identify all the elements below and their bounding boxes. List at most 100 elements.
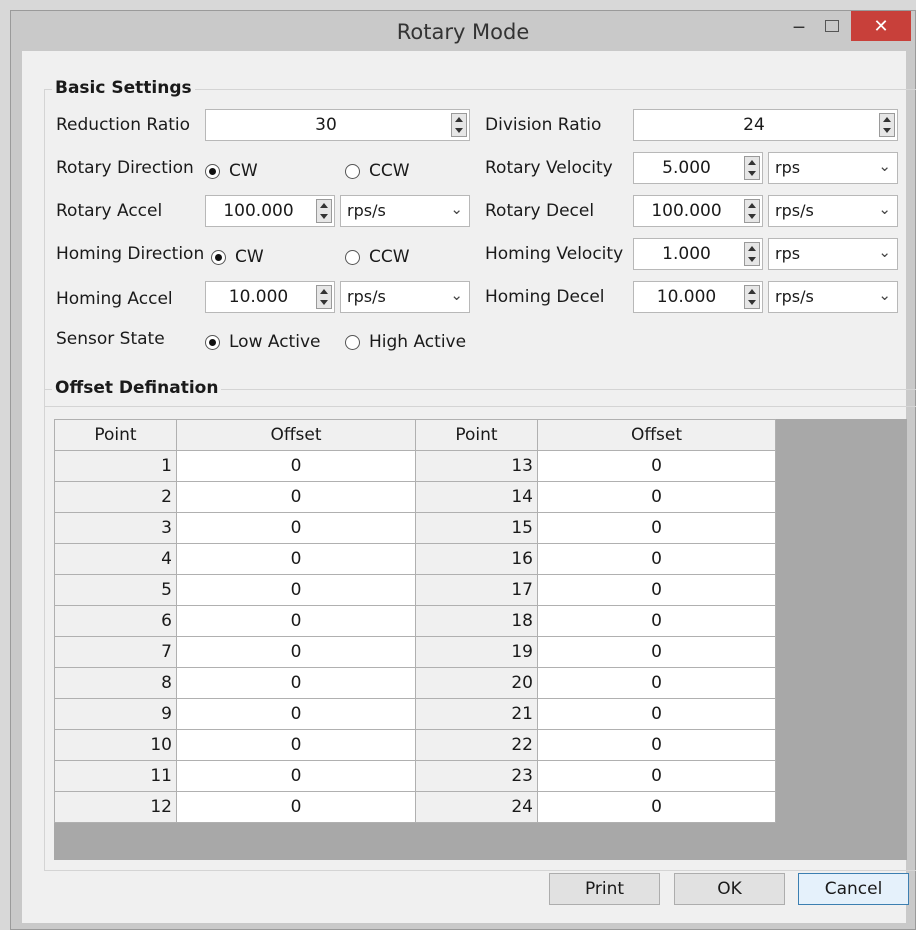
minimize-button[interactable]: ‒ (781, 11, 817, 41)
offset-cell[interactable]: 0 (537, 512, 776, 544)
spin-arrows-icon[interactable] (316, 285, 332, 309)
column-header[interactable]: Point (54, 419, 177, 451)
rotary-velocity-input[interactable]: 5.000 (633, 152, 763, 184)
offset-cell[interactable]: 0 (537, 698, 776, 730)
offset-cell[interactable]: 0 (176, 543, 416, 575)
point-cell[interactable]: 15 (415, 512, 538, 544)
point-cell[interactable]: 2 (54, 481, 177, 513)
reduction-ratio-label: Reduction Ratio (56, 115, 191, 135)
chevron-down-icon: ⌄ (450, 200, 463, 218)
rotary-velocity-label: Rotary Velocity (485, 158, 613, 178)
homing-velocity-input[interactable]: 1.000 (633, 238, 763, 270)
offset-cell[interactable]: 0 (537, 667, 776, 699)
offset-table: Point Offset Point Offset 1 0 13 0 2 0 14 0 3 0 15… (54, 419, 776, 823)
homing-direction-ccw-radio[interactable]: CCW (345, 247, 410, 267)
spin-arrows-icon[interactable] (316, 199, 332, 223)
spin-arrows-icon[interactable] (451, 113, 467, 137)
offset-cell[interactable]: 0 (176, 450, 416, 482)
spin-arrows-icon[interactable] (744, 285, 760, 309)
homing-accel-unit-select[interactable]: rps/s ⌄ (340, 281, 470, 313)
point-cell[interactable]: 19 (415, 636, 538, 668)
division-ratio-input[interactable]: 24 (633, 109, 898, 141)
close-button[interactable]: ✕ (851, 11, 911, 41)
offset-cell[interactable]: 0 (537, 574, 776, 606)
cancel-button[interactable]: Cancel (798, 873, 909, 905)
point-cell[interactable]: 16 (415, 543, 538, 575)
offset-cell[interactable]: 0 (176, 636, 416, 668)
point-cell[interactable]: 23 (415, 760, 538, 792)
homing-decel-unit-select[interactable]: rps/s ⌄ (768, 281, 898, 313)
spin-arrows-icon[interactable] (744, 199, 760, 223)
offset-cell[interactable]: 0 (537, 543, 776, 575)
point-cell[interactable]: 3 (54, 512, 177, 544)
homing-decel-input[interactable]: 10.000 (633, 281, 763, 313)
column-header[interactable]: Offset (176, 419, 416, 451)
chevron-down-icon: ⌄ (878, 157, 891, 175)
offset-cell[interactable]: 0 (176, 574, 416, 606)
offset-cell[interactable]: 0 (176, 481, 416, 513)
offset-cell[interactable]: 0 (176, 698, 416, 730)
offset-cell[interactable]: 0 (537, 791, 776, 823)
homing-accel-input[interactable]: 10.000 (205, 281, 335, 313)
offset-cell[interactable]: 0 (537, 636, 776, 668)
point-cell[interactable]: 11 (54, 760, 177, 792)
point-cell[interactable]: 6 (54, 605, 177, 637)
rotary-decel-input[interactable]: 100.000 (633, 195, 763, 227)
point-cell[interactable]: 8 (54, 667, 177, 699)
homing-velocity-label: Homing Velocity (485, 244, 624, 264)
spin-arrows-icon[interactable] (744, 242, 760, 266)
offset-cell[interactable]: 0 (176, 512, 416, 544)
point-cell[interactable]: 13 (415, 450, 538, 482)
offset-cell[interactable]: 0 (176, 729, 416, 761)
point-cell[interactable]: 5 (54, 574, 177, 606)
homing-accel-label: Homing Accel (56, 289, 173, 309)
point-cell[interactable]: 21 (415, 698, 538, 730)
unit-value: rps/s (775, 287, 814, 306)
column-header[interactable]: Point (415, 419, 538, 451)
point-cell[interactable]: 10 (54, 729, 177, 761)
rotary-accel-unit-select[interactable]: rps/s ⌄ (340, 195, 470, 227)
rotary-accel-input[interactable]: 100.000 (205, 195, 335, 227)
rotary-direction-cw-radio[interactable]: CW (205, 161, 258, 181)
sensor-state-low-active-radio[interactable]: Low Active (205, 332, 320, 352)
point-cell[interactable]: 9 (54, 698, 177, 730)
homing-velocity-unit-select[interactable]: rps ⌄ (768, 238, 898, 270)
point-cell[interactable]: 20 (415, 667, 538, 699)
ok-button[interactable]: OK (674, 873, 785, 905)
offset-cell[interactable]: 0 (176, 667, 416, 699)
rotary-direction-label: Rotary Direction (56, 158, 194, 178)
spin-arrows-icon[interactable] (744, 156, 760, 180)
radio-label: CW (235, 247, 264, 267)
offset-cell[interactable]: 0 (537, 450, 776, 482)
rotary-direction-ccw-radio[interactable]: CCW (345, 161, 410, 181)
point-cell[interactable]: 17 (415, 574, 538, 606)
point-cell[interactable]: 18 (415, 605, 538, 637)
point-cell[interactable]: 1 (54, 450, 177, 482)
point-cell[interactable]: 22 (415, 729, 538, 761)
maximize-button[interactable] (817, 11, 847, 41)
offset-cell[interactable]: 0 (537, 481, 776, 513)
point-cell[interactable]: 24 (415, 791, 538, 823)
offset-cell[interactable]: 0 (176, 791, 416, 823)
rotary-decel-unit-select[interactable]: rps/s ⌄ (768, 195, 898, 227)
spin-arrows-icon[interactable] (879, 113, 895, 137)
point-cell[interactable]: 4 (54, 543, 177, 575)
rotary-velocity-value: 5.000 (662, 158, 711, 178)
point-cell[interactable]: 14 (415, 481, 538, 513)
offset-cell[interactable]: 0 (537, 605, 776, 637)
homing-direction-cw-radio[interactable]: CW (211, 247, 264, 267)
offset-cell[interactable]: 0 (537, 729, 776, 761)
sensor-state-high-active-radio[interactable]: High Active (345, 332, 466, 352)
reduction-ratio-input[interactable]: 30 (205, 109, 470, 141)
column-header[interactable]: Offset (537, 419, 776, 451)
offset-cell[interactable]: 0 (537, 760, 776, 792)
rotary-velocity-unit-select[interactable]: rps ⌄ (768, 152, 898, 184)
offset-cell[interactable]: 0 (176, 760, 416, 792)
point-cell[interactable]: 12 (54, 791, 177, 823)
reduction-ratio-value: 30 (315, 115, 337, 135)
print-button[interactable]: Print (549, 873, 660, 905)
offset-cell[interactable]: 0 (176, 605, 416, 637)
point-cell[interactable]: 7 (54, 636, 177, 668)
homing-velocity-value: 1.000 (662, 244, 711, 264)
table-row: 3 0 15 0 (54, 512, 776, 544)
